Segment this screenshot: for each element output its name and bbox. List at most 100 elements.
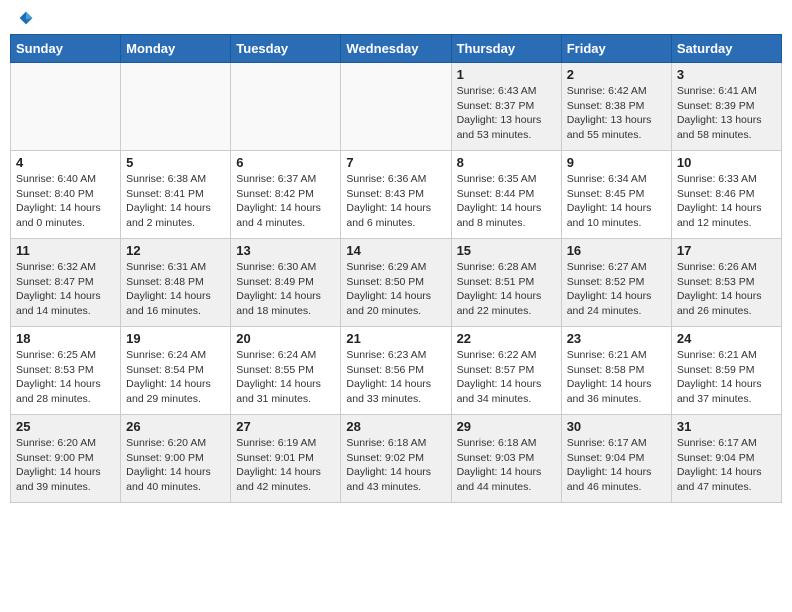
sunset-text: Sunset: 8:38 PM bbox=[567, 100, 645, 112]
calendar-cell: 19Sunrise: 6:24 AMSunset: 8:54 PMDayligh… bbox=[121, 327, 231, 415]
calendar-cell: 16Sunrise: 6:27 AMSunset: 8:52 PMDayligh… bbox=[561, 239, 671, 327]
daylight-text: Daylight: 14 hours bbox=[126, 466, 211, 478]
sunrise-text: Sunrise: 6:40 AM bbox=[16, 173, 96, 185]
calendar-cell: 23Sunrise: 6:21 AMSunset: 8:58 PMDayligh… bbox=[561, 327, 671, 415]
day-number: 1 bbox=[457, 67, 556, 82]
daylight-text: and 46 minutes. bbox=[567, 481, 642, 493]
sunset-text: Sunset: 8:52 PM bbox=[567, 276, 645, 288]
sunrise-text: Sunrise: 6:31 AM bbox=[126, 261, 206, 273]
sunrise-text: Sunrise: 6:32 AM bbox=[16, 261, 96, 273]
day-number: 13 bbox=[236, 243, 335, 258]
cell-info: Sunrise: 6:41 AMSunset: 8:39 PMDaylight:… bbox=[677, 84, 776, 143]
daylight-text: Daylight: 14 hours bbox=[16, 290, 101, 302]
daylight-text: Daylight: 14 hours bbox=[677, 378, 762, 390]
weekday-header-friday: Friday bbox=[561, 35, 671, 63]
calendar-cell bbox=[121, 63, 231, 151]
sunrise-text: Sunrise: 6:33 AM bbox=[677, 173, 757, 185]
calendar-cell: 30Sunrise: 6:17 AMSunset: 9:04 PMDayligh… bbox=[561, 415, 671, 503]
daylight-text: Daylight: 14 hours bbox=[567, 202, 652, 214]
sunset-text: Sunset: 8:57 PM bbox=[457, 364, 535, 376]
day-number: 12 bbox=[126, 243, 225, 258]
sunset-text: Sunset: 8:43 PM bbox=[346, 188, 424, 200]
daylight-text: and 12 minutes. bbox=[677, 217, 752, 229]
daylight-text: Daylight: 14 hours bbox=[236, 202, 321, 214]
calendar-cell: 8 Sunrise: 6:35 AMSunset: 8:44 PMDaylight… bbox=[451, 151, 561, 239]
day-number: 6 bbox=[236, 155, 335, 170]
day-number: 21 bbox=[346, 331, 445, 346]
day-number: 18 bbox=[16, 331, 115, 346]
day-number: 20 bbox=[236, 331, 335, 346]
sunset-text: Sunset: 8:55 PM bbox=[236, 364, 314, 376]
calendar-row: 18 Sunrise: 6:25 AM Sunset: 8:53 PM Dayligh… bbox=[11, 327, 782, 415]
cell-info: Sunrise: 6:25 AM Sunset: 8:53 PM Daylight:… bbox=[16, 348, 115, 407]
weekday-header-sunday: Sunday bbox=[11, 35, 121, 63]
calendar-cell: 20 Sunrise: 6:24 AM Sunset: 8:55 PM Dayligh… bbox=[231, 327, 341, 415]
calendar-cell: 28Sunrise: 6:18 AMSunset: 9:02 PMDayligh… bbox=[341, 415, 451, 503]
daylight-text: Daylight: 14 hours bbox=[677, 290, 762, 302]
logo bbox=[14, 10, 34, 26]
sunset-text: Sunset: 8:54 PM bbox=[126, 364, 204, 376]
daylight-text: and 18 minutes. bbox=[236, 305, 311, 317]
day-number: 2 bbox=[567, 67, 666, 82]
calendar-row: 25Sunrise: 6:20 AMSunset: 9:00 PMDayligh… bbox=[11, 415, 782, 503]
sunset-text: Sunset: 8:53 PM bbox=[16, 364, 94, 376]
cell-info: Sunrise: 6:21 AMSunset: 8:58 PMDaylight:… bbox=[567, 348, 666, 407]
sunrise-text: Sunrise: 6:34 AM bbox=[567, 173, 647, 185]
daylight-text: Daylight: 14 hours bbox=[16, 378, 101, 390]
sunset-text: Sunset: 8:48 PM bbox=[126, 276, 204, 288]
cell-info: Sunrise: 6:28 AMSunset: 8:51 PMDaylight:… bbox=[457, 260, 556, 319]
daylight-text: Daylight: 14 hours bbox=[457, 290, 542, 302]
daylight-text: Daylight: 13 hours bbox=[457, 114, 542, 126]
day-number: 8 bbox=[457, 155, 556, 170]
calendar-cell: 7Sunrise: 6:36 AMSunset: 8:43 PMDaylight… bbox=[341, 151, 451, 239]
sunset-text: Sunset: 8:44 PM bbox=[457, 188, 535, 200]
cell-info: Sunrise: 6:34 AM Sunset: 8:45 PM Daylight:… bbox=[567, 172, 666, 231]
calendar-cell: 15 Sunrise: 6:28 AMSunset: 8:51 PMDayligh… bbox=[451, 239, 561, 327]
day-number: 15 bbox=[457, 243, 556, 258]
calendar-cell: 13 Sunrise: 6:30 AMSunset: 8:49 PMDayligh… bbox=[231, 239, 341, 327]
calendar-cell: 17Sunrise: 6:26 AMSunset: 8:53 PMDayligh… bbox=[671, 239, 781, 327]
daylight-text: Daylight: 14 hours bbox=[126, 202, 211, 214]
sunrise-text: Sunrise: 6:29 AM bbox=[346, 261, 426, 273]
weekday-header-tuesday: Tuesday bbox=[231, 35, 341, 63]
day-number: 25 bbox=[16, 419, 115, 434]
sunrise-text: Sunrise: 6:38 AM bbox=[126, 173, 206, 185]
sunset-text: Sunset: 8:47 PM bbox=[16, 276, 94, 288]
day-number: 9 bbox=[567, 155, 666, 170]
daylight-text: and 53 minutes. bbox=[457, 129, 532, 141]
sunrise-text: Sunrise: 6:22 AM bbox=[457, 349, 537, 361]
daylight-text: Daylight: 14 hours bbox=[126, 290, 211, 302]
sunrise-text: Sunrise: 6:41 AM bbox=[677, 85, 757, 97]
calendar-cell bbox=[231, 63, 341, 151]
cell-info: Sunrise: 6:35 AMSunset: 8:44 PMDaylight:… bbox=[457, 172, 556, 231]
sunrise-text: Sunrise: 6:30 AM bbox=[236, 261, 316, 273]
daylight-text: Daylight: 14 hours bbox=[457, 202, 542, 214]
sunset-text: Sunset: 8:59 PM bbox=[677, 364, 755, 376]
cell-info: Sunrise: 6:18 AMSunset: 9:02 PMDaylight:… bbox=[346, 436, 445, 495]
cell-info: Sunrise: 6:40 AMSunset: 8:40 PMDaylight:… bbox=[16, 172, 115, 231]
daylight-text: Daylight: 14 hours bbox=[16, 202, 101, 214]
daylight-text: and 36 minutes. bbox=[567, 393, 642, 405]
sunrise-text: Sunrise: 6:25 AM bbox=[16, 349, 96, 361]
daylight-text: Daylight: 14 hours bbox=[346, 202, 431, 214]
daylight-text: and 28 minutes. bbox=[16, 393, 91, 405]
sunrise-text: Sunrise: 6:23 AM bbox=[346, 349, 426, 361]
sunrise-text: Sunrise: 6:24 AM bbox=[126, 349, 206, 361]
logo-icon bbox=[18, 10, 34, 26]
weekday-header-saturday: Saturday bbox=[671, 35, 781, 63]
sunset-text: Sunset: 8:45 PM bbox=[567, 188, 645, 200]
calendar-cell: 6Sunrise: 6:37 AMSunset: 8:42 PMDaylight… bbox=[231, 151, 341, 239]
calendar-cell: 27Sunrise: 6:19 AMSunset: 9:01 PMDayligh… bbox=[231, 415, 341, 503]
calendar-cell: 11Sunrise: 6:32 AMSunset: 8:47 PMDayligh… bbox=[11, 239, 121, 327]
calendar-cell: 5Sunrise: 6:38 AMSunset: 8:41 PMDaylight… bbox=[121, 151, 231, 239]
sunrise-text: Sunrise: 6:24 AM bbox=[236, 349, 316, 361]
cell-info: Sunrise: 6:30 AMSunset: 8:49 PMDaylight:… bbox=[236, 260, 335, 319]
calendar-cell: 14Sunrise: 6:29 AMSunset: 8:50 PMDayligh… bbox=[341, 239, 451, 327]
sunset-text: Sunset: 9:03 PM bbox=[457, 452, 535, 464]
daylight-text: Daylight: 14 hours bbox=[236, 378, 321, 390]
day-number: 29 bbox=[457, 419, 556, 434]
daylight-text: and 40 minutes. bbox=[126, 481, 201, 493]
daylight-text: and 8 minutes. bbox=[457, 217, 526, 229]
day-number: 5 bbox=[126, 155, 225, 170]
page-header bbox=[10, 10, 782, 26]
